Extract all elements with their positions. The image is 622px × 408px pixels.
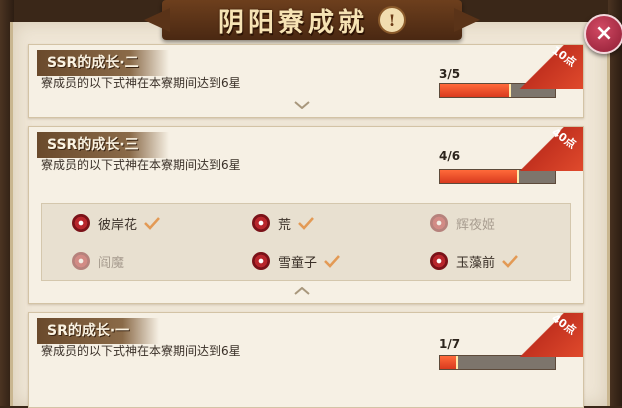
- chevron-up-icon[interactable]: [294, 287, 310, 295]
- shikigami-name: 雪童子: [278, 255, 318, 271]
- shikigami-name: 玉藻前: [456, 255, 496, 271]
- progress-fill: [440, 170, 519, 183]
- achievement-description: 寮成员的以下式神在本寮期间达到6星: [41, 344, 241, 358]
- shikigami-item: 彼岸花: [72, 210, 232, 236]
- title-banner: 阴阳寮成就 !: [162, 0, 462, 40]
- progress-text: 1/7: [439, 337, 461, 351]
- shikigami-item: 辉夜姬: [430, 210, 583, 236]
- progress-fill: [440, 356, 459, 369]
- tomoe-icon: [252, 252, 270, 270]
- tomoe-icon: [430, 214, 448, 232]
- checkmark-icon: [324, 255, 340, 268]
- achievement-card-ssr-growth-2[interactable]: SSR的成长·二 寮成员的以下式神在本寮期间达到6星 3/5 10点: [28, 44, 584, 118]
- achievement-title: SSR的成长·二: [37, 50, 169, 76]
- progress-text: 3/5: [439, 67, 461, 81]
- shikigami-list: 彼岸花 荒 辉夜姬 阎魔 雪童子 玉藻前: [41, 203, 571, 281]
- points-badge: 40点: [513, 127, 583, 171]
- checkmark-icon: [144, 217, 160, 230]
- points-badge: 10点: [513, 45, 583, 89]
- shikigami-item: 荒: [252, 210, 412, 236]
- achievement-title: SR的成长·一: [37, 318, 160, 344]
- checkmark-icon: [502, 255, 518, 268]
- tomoe-icon: [252, 214, 270, 232]
- shikigami-name: 荒: [278, 217, 292, 233]
- shikigami-name: 辉夜姬: [456, 217, 496, 233]
- achievement-card-ssr-growth-3[interactable]: SSR的成长·三 寮成员的以下式神在本寮期间达到6星 4/6 40点 彼岸花 荒…: [28, 126, 584, 304]
- info-icon[interactable]: !: [378, 6, 406, 34]
- close-icon: ×: [594, 21, 614, 46]
- shikigami-item: 玉藻前: [430, 248, 583, 274]
- page-title: 阴阳寮成就: [217, 7, 368, 38]
- progress-bar: [439, 355, 556, 370]
- points-label: 40点: [549, 126, 579, 152]
- background-right: [608, 0, 622, 406]
- shikigami-item: 阎魔: [72, 248, 232, 274]
- progress-bar: [439, 169, 556, 184]
- points-label: 40点: [549, 312, 579, 338]
- achievement-card-sr-growth-1[interactable]: SR的成长·一 寮成员的以下式神在本寮期间达到6星 1/7 40点: [28, 312, 584, 408]
- close-button[interactable]: ×: [584, 14, 622, 54]
- achievement-description: 寮成员的以下式神在本寮期间达到6星: [41, 158, 241, 172]
- points-label: 10点: [549, 44, 579, 70]
- achievement-description: 寮成员的以下式神在本寮期间达到6星: [41, 76, 241, 90]
- tomoe-icon: [430, 252, 448, 270]
- points-badge: 40点: [513, 313, 583, 357]
- achievement-title: SSR的成长·三: [37, 132, 169, 158]
- shikigami-name: 彼岸花: [98, 217, 138, 233]
- chevron-down-icon[interactable]: [294, 101, 310, 109]
- tomoe-icon: [72, 214, 90, 232]
- shikigami-item: 雪童子: [252, 248, 412, 274]
- progress-fill: [440, 84, 511, 97]
- tomoe-icon: [72, 252, 90, 270]
- checkmark-icon: [298, 217, 314, 230]
- progress-text: 4/6: [439, 149, 461, 163]
- shikigami-name: 阎魔: [98, 255, 125, 271]
